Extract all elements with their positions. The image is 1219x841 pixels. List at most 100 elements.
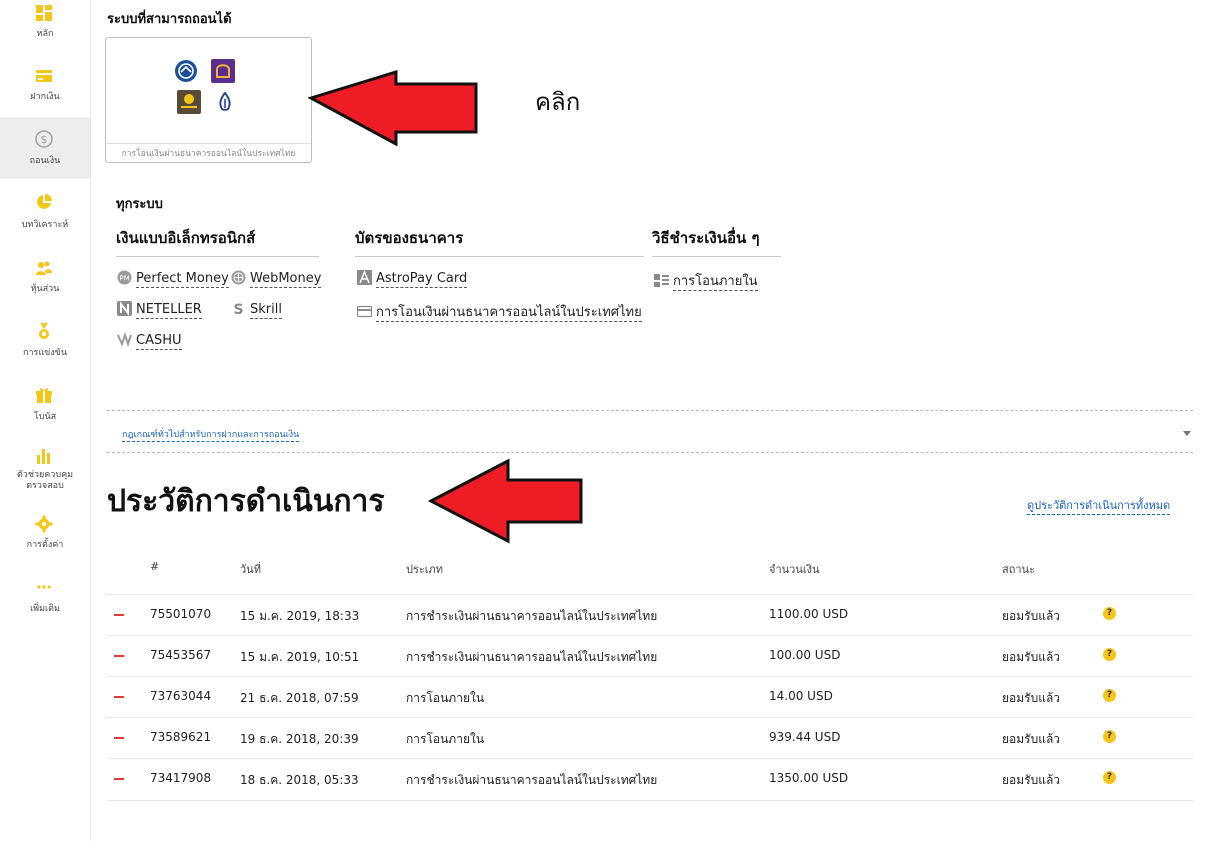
row-type: การชำระเงินผ่านธนาคารออนไลน์ในประเทศไทย: [406, 773, 658, 787]
column-header-status: สถานะ: [1002, 563, 1035, 576]
ewallet-column-title: เงินแบบอิเล็กทรอนิกส์: [116, 226, 319, 257]
click-annotation: คลิก: [535, 88, 581, 116]
sidebar-item-tools[interactable]: ตัวช่วยควบคุม ตรวจสอบ: [0, 444, 90, 506]
sidebar: หลัก ฝากเงิน $ ถอนเงิน บทวิเคราะห์ หุ้นส…: [0, 0, 91, 841]
dollar-icon: $: [35, 130, 53, 148]
bank-card-icon: [356, 304, 373, 319]
row-date: 21 ธ.ค. 2018, 07:59: [240, 691, 359, 705]
sidebar-item-deposit[interactable]: ฝากเงิน: [0, 62, 90, 124]
sidebar-item-label: หุ้นส่วน: [30, 284, 60, 294]
sidebar-item-settings[interactable]: การตั้งค่า: [0, 508, 90, 570]
bar-chart-icon: [35, 447, 53, 465]
minus-icon: [114, 655, 124, 657]
row-id: 75453567: [150, 648, 212, 662]
row-date: 15 ม.ค. 2019, 18:33: [240, 609, 360, 623]
sidebar-item-label: ถอนเงิน: [29, 156, 61, 166]
sidebar-item-label: บทวิเคราะห์: [21, 220, 69, 230]
sidebar-item-label: เพิ่มเติม: [30, 604, 60, 614]
payment-label: CASHU: [136, 333, 182, 350]
scb-bank-logo-icon: [211, 59, 235, 83]
payment-perfect-money[interactable]: PM Perfect Money: [117, 270, 229, 288]
webmoney-icon: [231, 270, 246, 285]
sidebar-item-bonus[interactable]: โบนัส: [0, 380, 90, 442]
chevron-down-icon[interactable]: [1183, 431, 1191, 436]
help-icon[interactable]: ?: [1103, 607, 1116, 620]
table-row[interactable]: 75453567 15 ม.ค. 2019, 10:51 การชำระเงิน…: [107, 635, 1193, 677]
skrill-icon: S: [231, 301, 246, 318]
payment-cashu[interactable]: CASHU: [117, 331, 182, 350]
view-all-history-link[interactable]: ดูประวัติการดำเนินการทั้งหมด: [1027, 496, 1171, 515]
payment-neteller[interactable]: NETELLER: [117, 301, 202, 319]
bbl-bank-logo-icon: [213, 90, 237, 114]
sidebar-item-partners[interactable]: หุ้นส่วน: [0, 252, 90, 314]
svg-text:PM: PM: [119, 275, 129, 283]
row-id: 75501070: [150, 607, 212, 621]
card-divider: [106, 143, 311, 144]
sidebar-item-label: ฝากเงิน: [30, 92, 60, 102]
table-row[interactable]: 75501070 15 ม.ค. 2019, 18:33 การชำระเงิน…: [107, 594, 1193, 636]
dashed-divider: [107, 452, 1193, 453]
help-icon[interactable]: ?: [1103, 689, 1116, 702]
internal-transfer-icon: [654, 273, 669, 288]
medal-icon: [35, 322, 53, 340]
astropay-icon: [357, 270, 372, 285]
all-systems-heading: ทุกระบบ: [116, 197, 163, 212]
card-icon: [35, 67, 53, 85]
sidebar-item-contests[interactable]: การแข่งขัน: [0, 316, 90, 378]
sidebar-item-more[interactable]: เพิ่มเติม: [0, 572, 90, 634]
available-systems-heading: ระบบที่สามารถถอนได้: [107, 12, 232, 27]
sidebar-item-label: การตั้งค่า: [26, 540, 64, 550]
minus-icon: [114, 614, 124, 616]
row-id: 73763044: [150, 689, 212, 703]
table-row[interactable]: 73763044 21 ธ.ค. 2018, 07:59 การโอนภายใน…: [107, 676, 1193, 718]
payment-label: WebMoney: [250, 271, 322, 288]
help-icon[interactable]: ?: [1103, 730, 1116, 743]
neteller-icon: [117, 301, 132, 316]
table-row[interactable]: 73417908 18 ธ.ค. 2018, 05:33 การชำระเงิน…: [107, 758, 1193, 801]
dashed-divider: [107, 410, 1193, 411]
help-icon[interactable]: ?: [1103, 648, 1116, 661]
payment-thai-bank-transfer[interactable]: การโอนเงินผ่านธนาคารออนไลน์ในประเทศไทย: [356, 301, 642, 322]
sidebar-item-main[interactable]: หลัก: [0, 0, 90, 62]
rules-link[interactable]: กฎเกณฑ์ทั่วไปสำหรับการฝากและการถอนเงิน: [122, 427, 300, 442]
payment-label: การโอนภายใน: [673, 274, 758, 291]
perfect-money-icon: PM: [117, 270, 132, 285]
row-status: ยอมรับแล้ว: [1002, 732, 1061, 746]
row-type: การโอนภายใน: [406, 691, 485, 705]
payment-astropay[interactable]: AstroPay Card: [357, 270, 468, 288]
sidebar-item-withdraw[interactable]: $ ถอนเงิน: [0, 117, 90, 179]
red-arrow-left-icon: [308, 70, 478, 146]
more-icon: [35, 578, 53, 596]
payment-label: Skrill: [250, 302, 282, 319]
column-header-id: #: [150, 560, 160, 573]
row-date: 15 ม.ค. 2019, 10:51: [240, 650, 360, 664]
partners-icon: [35, 259, 53, 277]
payment-webmoney[interactable]: WebMoney: [231, 270, 322, 288]
sidebar-item-label: หลัก: [36, 29, 54, 39]
row-status: ยอมรับแล้ว: [1002, 650, 1061, 664]
payment-skrill[interactable]: S Skrill: [231, 301, 282, 319]
minus-icon: [114, 696, 124, 698]
payment-internal-transfer[interactable]: การโอนภายใน: [654, 270, 758, 291]
row-date: 18 ธ.ค. 2018, 05:33: [240, 773, 359, 787]
sidebar-item-analytics[interactable]: บทวิเคราะห์: [0, 188, 90, 250]
row-type: การชำระเงินผ่านธนาคารออนไลน์ในประเทศไทย: [406, 609, 658, 623]
history-title: ประวัติการดำเนินการ: [107, 484, 385, 519]
column-header-type: ประเภท: [406, 563, 444, 576]
thai-bank-transfer-card[interactable]: การโอนเงินผ่านธนาคารออนไลน์ในประเทศไทย: [105, 37, 312, 163]
table-row[interactable]: 73589621 19 ธ.ค. 2018, 20:39 การโอนภายใน…: [107, 717, 1193, 759]
minus-icon: [114, 778, 124, 780]
row-amount: 100.00 USD: [769, 648, 841, 662]
row-status: ยอมรับแล้ว: [1002, 773, 1061, 787]
payment-label: AstroPay Card: [376, 271, 468, 288]
pie-chart-icon: [35, 193, 53, 211]
sidebar-item-label: โบนัส: [33, 412, 57, 422]
column-header-amount: จำนวนเงิน: [769, 563, 820, 576]
row-type: การชำระเงินผ่านธนาคารออนไลน์ในประเทศไทย: [406, 650, 658, 664]
payment-label: Perfect Money: [136, 271, 229, 288]
row-amount: 14.00 USD: [769, 689, 833, 703]
row-id: 73589621: [150, 730, 212, 744]
row-status: ยอมรับแล้ว: [1002, 691, 1061, 705]
row-type: การโอนภายใน: [406, 732, 485, 746]
help-icon[interactable]: ?: [1103, 771, 1116, 784]
